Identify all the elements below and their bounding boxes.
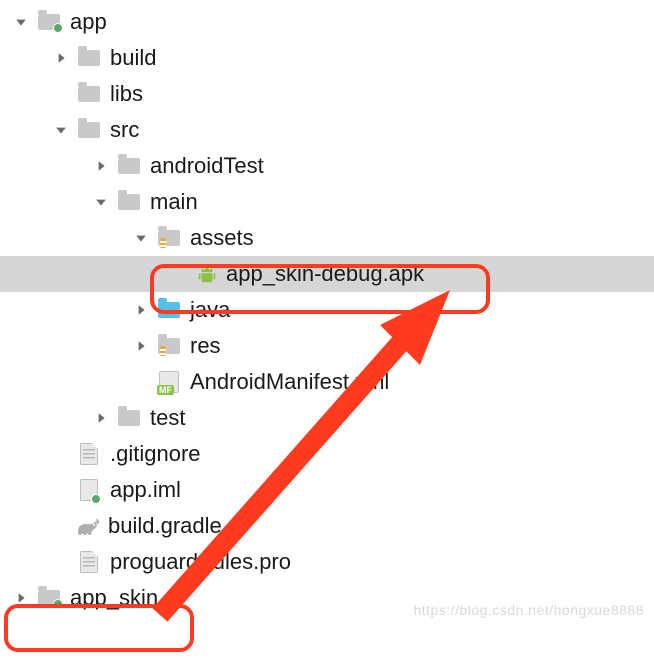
tree-label: test (150, 405, 185, 431)
chevron-down-icon[interactable] (132, 229, 150, 247)
tree-item-proguard[interactable]: proguard-rules.pro (0, 544, 654, 580)
tree-item-build[interactable]: build (0, 40, 654, 76)
tree-label: app (70, 9, 107, 35)
tree-item-main[interactable]: main (0, 184, 654, 220)
tree-label: res (190, 333, 221, 359)
gradle-icon (76, 515, 100, 537)
chevron-down-icon[interactable] (52, 121, 70, 139)
chevron-right-icon[interactable] (92, 409, 110, 427)
folder-icon (76, 45, 102, 71)
folder-icon (116, 153, 142, 179)
tree-item-libs[interactable]: libs (0, 76, 654, 112)
tree-item-test[interactable]: test (0, 400, 654, 436)
watermark: https://blog.csdn.net/hongxue8888 (413, 602, 644, 618)
folder-icon (76, 81, 102, 107)
tree-item-iml[interactable]: app.iml (0, 472, 654, 508)
tree-label: app_skin-debug.apk (226, 261, 424, 287)
tree-label: AndroidManifest.xml (190, 369, 389, 395)
module-folder-icon (36, 9, 62, 35)
tree-label: app_skin (70, 585, 158, 611)
module-file-icon (76, 477, 102, 503)
tree-item-app[interactable]: app (0, 4, 654, 40)
chevron-right-icon[interactable] (132, 301, 150, 319)
tree-item-assets[interactable]: assets (0, 220, 654, 256)
tree-label: proguard-rules.pro (110, 549, 291, 575)
tree-item-androidtest[interactable]: androidTest (0, 148, 654, 184)
folder-icon (76, 117, 102, 143)
tree-item-java[interactable]: java (0, 292, 654, 328)
folder-icon (116, 405, 142, 431)
tree-item-res[interactable]: res (0, 328, 654, 364)
apk-icon (196, 263, 218, 285)
chevron-right-icon[interactable] (12, 589, 30, 607)
manifest-file-icon (156, 369, 182, 395)
tree-item-manifest[interactable]: AndroidManifest.xml (0, 364, 654, 400)
tree-label: src (110, 117, 139, 143)
tree-label: assets (190, 225, 254, 251)
chevron-right-icon[interactable] (132, 337, 150, 355)
tree-label: androidTest (150, 153, 264, 179)
tree-label: app.iml (110, 477, 181, 503)
text-file-icon (76, 549, 102, 575)
tree-label: build (110, 45, 156, 71)
chevron-right-icon[interactable] (52, 49, 70, 67)
tree-item-gradle[interactable]: build.gradle (0, 508, 654, 544)
tree-label: .gitignore (110, 441, 201, 467)
tree-label: build.gradle (108, 513, 222, 539)
tree-item-src[interactable]: src (0, 112, 654, 148)
resource-folder-icon (156, 225, 182, 251)
tree-item-apk[interactable]: app_skin-debug.apk (0, 256, 654, 292)
tree-label: java (190, 297, 230, 323)
project-tree: app build libs src androidTest main asse… (0, 0, 654, 616)
module-folder-icon (36, 585, 62, 611)
tree-label: main (150, 189, 198, 215)
chevron-right-icon[interactable] (92, 157, 110, 175)
resource-folder-icon (156, 333, 182, 359)
source-folder-icon (156, 297, 182, 323)
text-file-icon (76, 441, 102, 467)
chevron-down-icon[interactable] (92, 193, 110, 211)
tree-label: libs (110, 81, 143, 107)
tree-item-gitignore[interactable]: .gitignore (0, 436, 654, 472)
folder-icon (116, 189, 142, 215)
chevron-down-icon[interactable] (12, 13, 30, 31)
